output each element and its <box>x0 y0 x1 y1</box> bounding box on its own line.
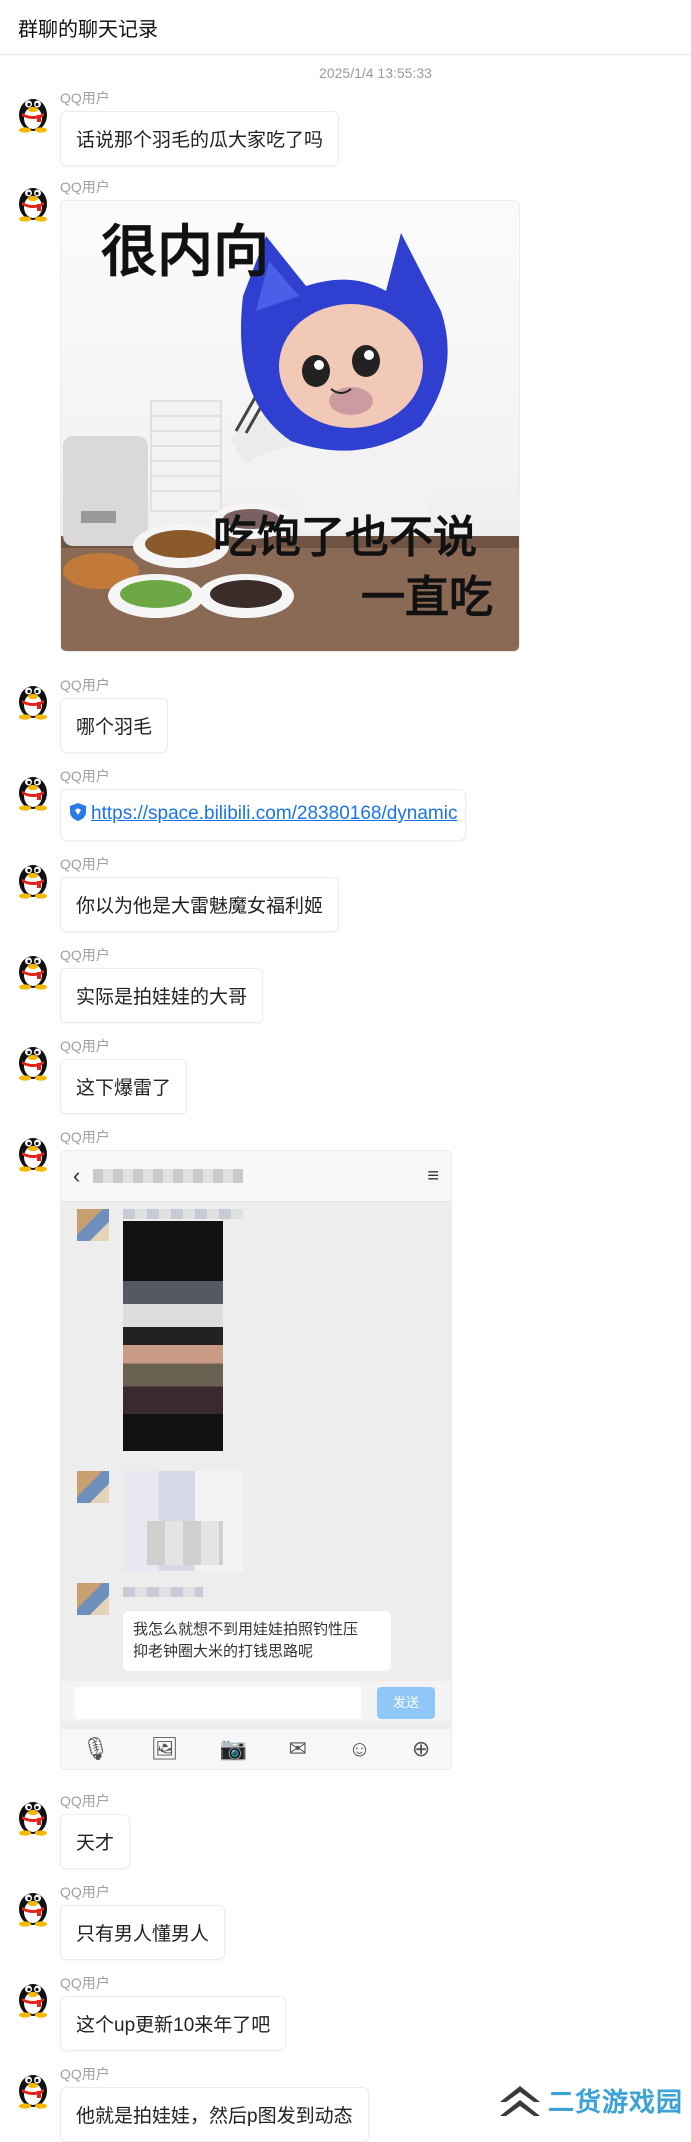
screenshot-image[interactable]: ‹ ≡ 我怎么就想不到用娃娃拍照钓性压 抑老钟圈大米的打钱思路呢 发送 🎙 🖼 … <box>60 1150 452 1770</box>
sender-name: QQ用户 <box>60 677 110 693</box>
pixelated-message <box>147 1521 223 1565</box>
message: QQ用户 ‹ ≡ 我怎么就想不到用娃娃拍照钓性压 抑老钟圈大米的打钱思路呢 发送… <box>0 1128 691 1770</box>
plus-icon: ⊕ <box>411 1736 431 1761</box>
watermark-text: 二货游戏园 <box>548 2087 684 2117</box>
screenshot-toolbar: 🎙 🖼 📷 ✉ ☺ ⊕ <box>61 1729 451 1769</box>
message-bubble[interactable]: 你以为他是大雷魅魔女福利姬 <box>60 877 340 932</box>
qq-penguin-avatar-icon[interactable] <box>14 91 52 133</box>
pixelated-name <box>123 1209 243 1219</box>
message-bubble[interactable]: 天才 <box>60 1814 131 1869</box>
qq-penguin-avatar-icon[interactable] <box>14 948 52 990</box>
message-bubble[interactable]: 他就是拍娃娃，然后p图发到动态 <box>60 2087 369 2142</box>
double-chevron-logo-icon <box>500 2085 540 2116</box>
meme-caption-top: 很内向 <box>101 220 269 285</box>
qq-penguin-avatar-icon[interactable] <box>14 1885 52 1927</box>
message: QQ用户 https://space.bilibili.com/28380168… <box>0 767 691 841</box>
emoji-icon: ☺ <box>348 1736 371 1761</box>
meme-caption-bottom: 吃饱了也不说 <box>213 512 477 563</box>
sender-name: QQ用户 <box>60 1884 110 1900</box>
message-bubble[interactable]: 话说那个羽毛的瓜大家吃了吗 <box>60 111 340 166</box>
sender-name: QQ用户 <box>60 856 110 872</box>
qq-penguin-avatar-icon[interactable] <box>14 1794 52 1836</box>
qq-penguin-avatar-icon[interactable] <box>14 1039 52 1081</box>
back-arrow-icon: ‹ <box>73 1163 81 1188</box>
blurred-title <box>93 1169 243 1183</box>
sender-name: QQ用户 <box>60 2066 110 2082</box>
qq-penguin-avatar-icon[interactable] <box>14 857 52 899</box>
message: QQ用户 天才 <box>0 1792 691 1869</box>
sender-name: QQ用户 <box>60 768 110 784</box>
qq-penguin-avatar-icon[interactable] <box>14 180 52 222</box>
image-icon: 🖼 <box>150 1736 179 1761</box>
qq-penguin-avatar-icon[interactable] <box>14 1130 52 1172</box>
pixelated-photo <box>123 1221 223 1451</box>
message: QQ用户 你以为他是大雷魅魔女福利姬 <box>0 855 691 932</box>
pixelated-avatar <box>77 1471 109 1503</box>
message-bubble[interactable]: 这个up更新10来年了吧 <box>60 1996 287 2051</box>
pixelated-avatar <box>77 1209 109 1241</box>
site-watermark: 二货游戏园 <box>498 2082 683 2119</box>
chat-header: 群聊的聊天记录 <box>0 0 691 55</box>
screenshot-message-bubble: 我怎么就想不到用娃娃拍照钓性压 抑老钟圈大米的打钱思路呢 <box>123 1611 391 1671</box>
qq-penguin-avatar-icon[interactable] <box>14 678 52 720</box>
screenshot-topbar: ‹ ≡ <box>61 1151 451 1202</box>
sender-name: QQ用户 <box>60 1793 110 1809</box>
sender-name: QQ用户 <box>60 179 110 195</box>
sticker-image[interactable]: 很内向 吃饱了也不说 一直吃 <box>60 200 520 652</box>
menu-icon: ≡ <box>427 1164 439 1187</box>
message-bubble[interactable]: 只有男人懂男人 <box>60 1905 226 1960</box>
sender-name: QQ用户 <box>60 90 110 106</box>
message: QQ用户 实际是拍娃娃的大哥 <box>0 946 691 1023</box>
qq-penguin-avatar-icon[interactable] <box>14 1976 52 2018</box>
page-title: 群聊的聊天记录 <box>18 18 158 41</box>
message: QQ用户 这个up更新10来年了吧 <box>0 1974 691 2051</box>
message: QQ用户 这下爆雷了 <box>0 1037 691 1114</box>
message-bubble[interactable]: 这下爆雷了 <box>60 1059 188 1114</box>
camera-icon: 📷 <box>219 1736 248 1761</box>
microphone-icon: 🎙 <box>81 1736 110 1761</box>
message: QQ用户 只有男人懂男人 <box>0 1883 691 1960</box>
sender-name: QQ用户 <box>60 1975 110 1991</box>
message: QQ用户 话说那个羽毛的瓜大家吃了吗 <box>0 89 691 166</box>
message-bubble[interactable]: 哪个羽毛 <box>60 698 169 753</box>
pixelated-avatar <box>77 1583 109 1615</box>
bilibili-link[interactable]: https://space.bilibili.com/28380168/dyna… <box>91 803 457 824</box>
sender-name: QQ用户 <box>60 1129 110 1145</box>
meme-caption-bottom: 一直吃 <box>361 572 493 623</box>
sender-name: QQ用户 <box>60 1038 110 1054</box>
qq-penguin-avatar-icon[interactable] <box>14 2067 52 2109</box>
sender-name: QQ用户 <box>60 947 110 963</box>
red-packet-icon: ✉ <box>288 1736 307 1761</box>
screenshot-send-button: 发送 <box>377 1687 435 1719</box>
qq-penguin-avatar-icon[interactable] <box>14 769 52 811</box>
shield-icon <box>69 802 87 828</box>
pixelated-name <box>123 1587 203 1597</box>
message-bubble[interactable]: 实际是拍娃娃的大哥 <box>60 968 264 1023</box>
message: QQ用户 哪个羽毛 <box>0 676 691 753</box>
message-timestamp: 2025/1/4 13:55:33 <box>319 65 432 81</box>
screenshot-input-field <box>75 1687 361 1719</box>
message-bubble: https://space.bilibili.com/28380168/dyna… <box>60 789 467 841</box>
message: QQ用户 很内向 吃饱了也不说 一直吃 <box>0 178 691 652</box>
